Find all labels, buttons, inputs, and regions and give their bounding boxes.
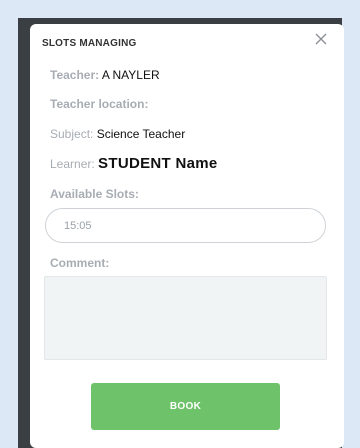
subject-label: Subject:	[50, 127, 94, 141]
comment-label: Comment:	[50, 256, 110, 270]
teacher-label: Teacher:	[50, 68, 100, 82]
available-slots-row: Available Slots:	[50, 187, 139, 201]
comment-row: Comment:	[50, 256, 109, 270]
available-slots-label: Available Slots:	[50, 187, 139, 201]
close-button[interactable]	[312, 30, 330, 48]
teacher-row: Teacher: A NAYLER	[50, 68, 160, 82]
close-icon	[315, 33, 327, 45]
teacher-location-row: Teacher location:	[50, 97, 148, 111]
learner-label: Learner:	[50, 157, 95, 171]
teacher-value: A NAYLER	[101, 68, 160, 82]
comment-textarea[interactable]	[44, 276, 327, 360]
subject-value: Science Teacher	[96, 127, 186, 141]
selected-slot-value: 15:05	[64, 220, 92, 232]
available-slots-select[interactable]: 15:05	[45, 208, 326, 243]
learner-value: STUDENT Name	[98, 155, 218, 172]
modal-header: SLOTS MANAGING	[30, 24, 344, 64]
modal-title: SLOTS MANAGING	[42, 38, 137, 49]
teacher-location-label: Teacher location:	[50, 97, 149, 111]
slots-managing-modal: SLOTS MANAGING Teacher: A NAYLER Teacher…	[30, 24, 344, 448]
learner-row: Learner: STUDENT Name	[50, 155, 218, 172]
book-button[interactable]: BOOK	[91, 383, 280, 430]
subject-row: Subject: Science Teacher	[50, 127, 185, 141]
